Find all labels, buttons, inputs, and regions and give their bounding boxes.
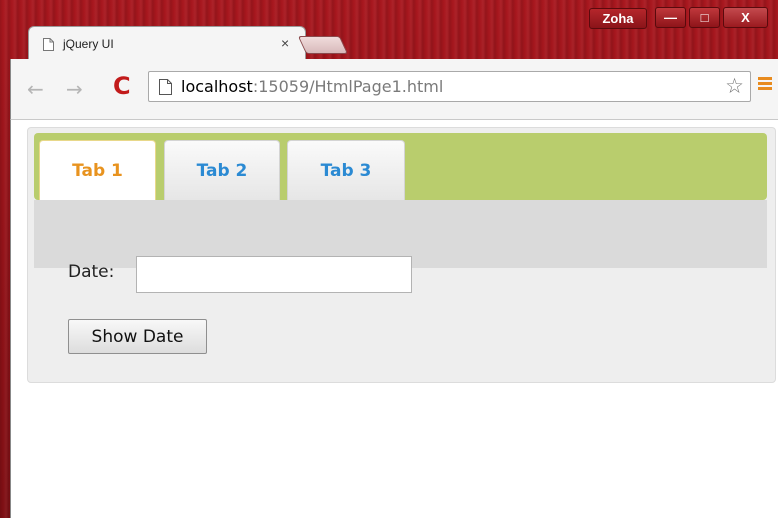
browser-tab[interactable]: jQuery UI × (28, 26, 306, 59)
tab-3[interactable]: Tab 3 (287, 140, 405, 200)
window-controls: — □ X (655, 7, 768, 29)
new-tab-button[interactable] (297, 36, 349, 54)
date-label: Date: (68, 262, 115, 282)
menu-icon[interactable] (758, 77, 772, 91)
minimize-button[interactable]: — (655, 7, 686, 28)
forward-icon[interactable]: → (66, 77, 83, 101)
jquery-tabs-widget: Tab 1 Tab 2 Tab 3 Date: Show Date (27, 127, 776, 383)
tab-1[interactable]: Tab 1 (39, 140, 156, 201)
close-button[interactable]: X (723, 7, 768, 28)
back-icon[interactable]: ← (27, 77, 44, 101)
tab-close-icon[interactable]: × (281, 35, 289, 51)
page-icon (43, 38, 54, 51)
tabs-header: Tab 1 Tab 2 Tab 3 (34, 133, 767, 201)
reload-icon[interactable]: C (113, 72, 131, 100)
url-path: :15059/HtmlPage1.html (252, 77, 444, 96)
url-host: localhost (181, 77, 253, 96)
browser-tab-title: jQuery UI (63, 37, 114, 51)
show-date-button[interactable]: Show Date (68, 319, 207, 354)
browser-toolbar: ← → C localhost:15059/HtmlPage1.html ☆ (10, 59, 778, 119)
page-icon (159, 79, 172, 95)
profile-badge[interactable]: Zoha (589, 8, 647, 29)
tab-2[interactable]: Tab 2 (164, 140, 280, 200)
address-bar[interactable]: localhost:15059/HtmlPage1.html ☆ (148, 71, 751, 102)
page-content: Tab 1 Tab 2 Tab 3 Date: Show Date (10, 119, 778, 518)
bookmark-star-icon[interactable]: ☆ (725, 74, 744, 98)
date-input[interactable] (136, 256, 412, 293)
maximize-button[interactable]: □ (689, 7, 720, 28)
url-text: localhost:15059/HtmlPage1.html (181, 77, 443, 96)
